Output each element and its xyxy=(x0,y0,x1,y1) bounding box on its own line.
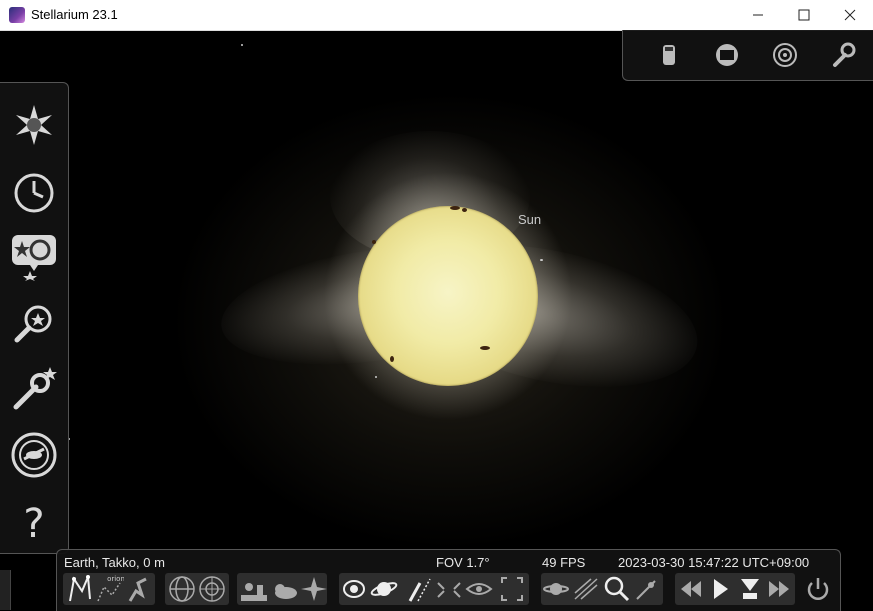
cardinal-points-icon xyxy=(301,577,327,601)
play-button[interactable] xyxy=(705,573,735,605)
fps-status: 49 FPS xyxy=(542,555,586,570)
exoplanets-icon xyxy=(574,578,598,600)
fullscreen-button[interactable] xyxy=(497,573,527,605)
location-button[interactable] xyxy=(10,233,58,281)
target-button[interactable] xyxy=(769,39,801,71)
sunspot xyxy=(462,208,467,212)
ocular-icon xyxy=(11,432,57,478)
window-title: Stellarium 23.1 xyxy=(31,7,118,22)
search-object-icon xyxy=(604,576,630,602)
wrench-icon xyxy=(833,42,856,67)
planets-hints-icon xyxy=(543,583,569,595)
fast-forward-button[interactable] xyxy=(765,573,795,605)
satellites-icon xyxy=(437,582,461,598)
equatorial-grid-icon xyxy=(169,576,195,602)
satellites-button[interactable] xyxy=(434,573,464,605)
search-icon xyxy=(14,305,52,343)
sunspot xyxy=(390,356,394,362)
screen-button[interactable] xyxy=(711,39,743,71)
constellation-art-icon xyxy=(128,577,147,602)
compass-icon xyxy=(636,580,656,600)
meteor-showers-button[interactable] xyxy=(404,573,434,605)
quit-button[interactable] xyxy=(803,573,833,605)
constellation-label-tag: orion xyxy=(107,575,124,583)
star xyxy=(241,44,243,46)
datetime-status: 2023-03-30 15:47:22 UTC+09:00 xyxy=(618,555,810,570)
maximize-button[interactable] xyxy=(781,0,827,30)
sun-disk[interactable] xyxy=(358,206,538,386)
top-toolbar xyxy=(622,30,873,81)
configuration-icon xyxy=(13,367,57,410)
eye-icon xyxy=(465,583,493,595)
compass-button[interactable] xyxy=(631,573,661,605)
minimize-button[interactable] xyxy=(735,0,781,30)
sun-label: Sun xyxy=(518,212,542,227)
atmosphere-icon xyxy=(275,584,297,599)
settings-button[interactable] xyxy=(827,39,859,71)
nebulae-icon xyxy=(343,580,366,598)
stellarium-app-icon xyxy=(9,7,25,23)
search-object-button[interactable] xyxy=(601,573,631,605)
close-button[interactable] xyxy=(827,0,873,30)
atmosphere-button[interactable] xyxy=(269,573,299,605)
planet-labels-icon xyxy=(370,582,398,596)
sky-view[interactable]: Sun xyxy=(0,31,873,610)
location-icon xyxy=(12,235,56,281)
date-time-button[interactable] xyxy=(10,169,58,217)
sky-viewing-options-button[interactable] xyxy=(10,101,58,149)
telescope-icon xyxy=(663,45,675,65)
bottom-toolbar: Earth, Takko, 0 m FOV 1.7° 49 FPS 2023-0… xyxy=(56,549,841,611)
ground-button[interactable] xyxy=(239,573,269,605)
azimuthal-grid-button[interactable] xyxy=(197,573,227,605)
search-button[interactable] xyxy=(10,299,58,347)
meteor-showers-icon xyxy=(408,578,431,602)
target-icon xyxy=(773,43,797,67)
fov-status: FOV 1.7° xyxy=(436,555,490,570)
date-time-icon xyxy=(14,173,54,213)
sunspot xyxy=(480,346,490,350)
fast-forward-icon xyxy=(769,581,789,597)
constellation-lines-icon xyxy=(69,575,91,602)
window-titlebar: Stellarium 23.1 xyxy=(0,0,873,31)
exoplanets-button[interactable] xyxy=(571,573,601,605)
star xyxy=(375,376,377,378)
svg-text:?: ? xyxy=(23,501,44,545)
planet-labels-button[interactable] xyxy=(369,573,399,605)
left-toolbar: ? xyxy=(0,82,69,554)
sunspot xyxy=(372,240,376,244)
rewind-icon xyxy=(681,581,701,597)
quit-icon xyxy=(807,578,829,600)
equatorial-grid-button[interactable] xyxy=(167,573,197,605)
configuration-button[interactable] xyxy=(10,365,58,413)
constellation-labels-button[interactable]: orion xyxy=(94,573,124,605)
help-icon: ? xyxy=(23,501,44,545)
eye-button[interactable] xyxy=(464,573,494,605)
cardinal-points-button[interactable] xyxy=(299,573,329,605)
close-icon xyxy=(844,9,856,21)
azimuthal-grid-icon xyxy=(199,576,225,602)
maximize-icon xyxy=(798,9,810,21)
left-panel-edge xyxy=(0,570,11,610)
constellation-labels-icon: orion xyxy=(97,575,124,602)
minimize-icon xyxy=(753,14,763,16)
location-status: Earth, Takko, 0 m xyxy=(64,555,165,570)
screen-icon xyxy=(716,44,738,66)
star xyxy=(540,259,543,261)
sky-and-viewing-options-icon xyxy=(16,105,52,145)
rewind-button[interactable] xyxy=(675,573,705,605)
fullscreen-icon xyxy=(501,577,523,601)
time-now-icon xyxy=(741,579,759,599)
ground-icon xyxy=(241,583,267,601)
constellation-art-button[interactable] xyxy=(124,573,154,605)
nebulae-button[interactable] xyxy=(339,573,369,605)
ocular-button[interactable] xyxy=(10,431,58,479)
sunspot xyxy=(450,206,460,210)
play-icon xyxy=(714,579,728,599)
help-button[interactable]: ? xyxy=(10,497,58,545)
telescope-control-button[interactable] xyxy=(653,39,685,71)
planets-hints-button[interactable] xyxy=(541,573,571,605)
constellation-lines-button[interactable] xyxy=(64,573,94,605)
time-now-button[interactable] xyxy=(735,573,765,605)
